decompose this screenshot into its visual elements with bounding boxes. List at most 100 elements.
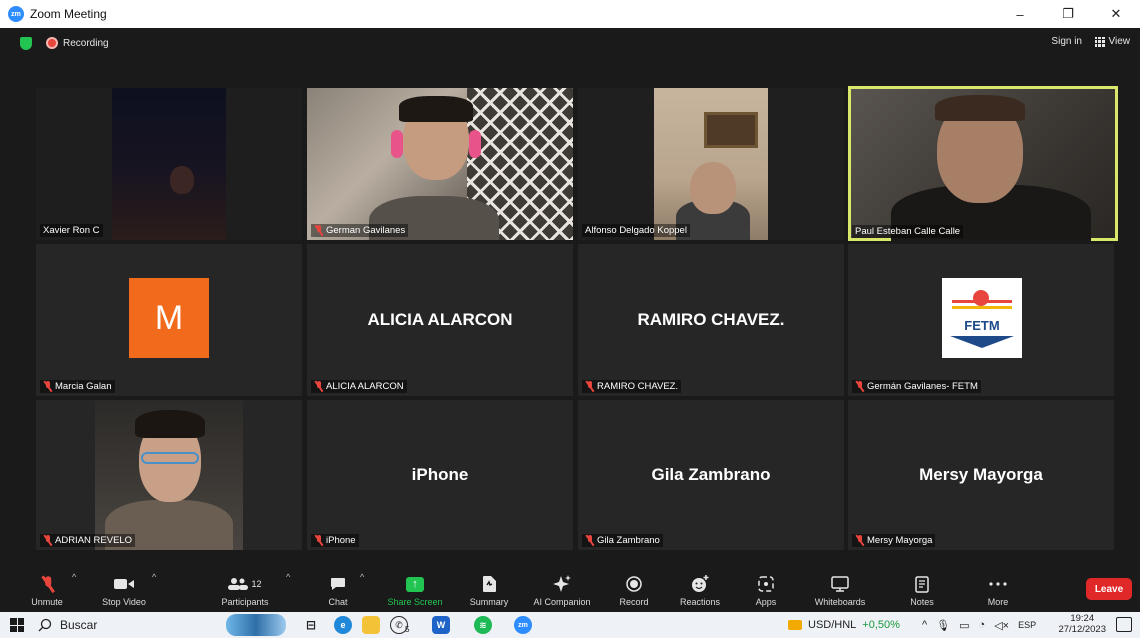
apps-icon [758,573,774,595]
audio-options-caret-icon[interactable]: ^ [72,572,76,582]
notes-icon [915,573,929,595]
reactions-button[interactable]: Reactions [674,566,726,612]
language-indicator[interactable]: ESP [1018,620,1036,630]
view-button[interactable]: View [1094,36,1131,47]
currency-pair: USD/HNL [808,619,857,631]
currency-widget[interactable]: USD/HNL +0,50% [788,612,900,638]
participant-tile[interactable]: Mersy Mayorga Mersy Mayorga [848,400,1114,550]
participant-tile[interactable]: Alfonso Delgado Koppel [578,88,844,240]
taskbar-search[interactable]: Buscar [38,618,97,632]
edge-browser-icon[interactable]: e [334,616,352,634]
chat-options-caret-icon[interactable]: ^ [360,572,364,582]
participant-tile[interactable]: ADRIAN REVELO [36,400,302,550]
participant-name-tag: Germán Gavilanes- FETM [852,380,981,393]
mic-muted-icon [43,573,52,595]
participant-tile[interactable]: ALICIA ALARCON ALICIA ALARCON [307,244,573,396]
word-icon[interactable]: W [432,616,450,634]
muted-mic-icon [314,381,323,392]
sign-in-link[interactable]: Sign in [1051,36,1082,47]
market-icon [788,620,802,630]
whatsapp-badge: 5 [405,625,410,634]
muted-mic-icon [314,225,323,236]
zoom-app-icon: zm [8,6,24,22]
unmute-button[interactable]: Unmute [22,566,72,612]
ai-sparkle-icon [553,573,571,595]
participant-video [851,89,1115,241]
participant-name-tag: German Gavilanes [311,224,409,237]
participant-name-tag: RAMIRO CHAVEZ. [582,380,682,393]
show-hidden-icons-chevron-icon[interactable]: ^ [922,619,927,631]
participant-name-tag: Alfonso Delgado Koppel [582,224,690,237]
participant-name-tag: Xavier Ron C [40,224,103,237]
participant-tile[interactable]: German Gavilanes [307,88,573,240]
participant-display-name: Gila Zambrano [651,465,771,484]
file-explorer-icon[interactable] [362,616,380,634]
apps-button[interactable]: Apps [748,566,784,612]
record-button[interactable]: Record [612,566,656,612]
view-label: View [1108,36,1131,47]
muted-mic-icon [585,381,594,392]
clock-date: 27/12/2023 [1058,624,1106,635]
video-camera-icon [114,573,134,595]
chat-button[interactable]: Chat [318,566,358,612]
participant-tile[interactable]: RAMIRO CHAVEZ. RAMIRO CHAVEZ. [578,244,844,396]
battery-icon[interactable]: ▭ [959,619,969,632]
participant-display-name: Mersy Mayorga [919,465,1043,484]
search-placeholder: Buscar [60,618,98,632]
security-shield-icon[interactable] [20,36,32,50]
restore-button[interactable]: ❐ [1048,0,1088,28]
recording-label[interactable]: Recording [63,38,109,49]
emoji-reaction-icon [691,573,709,595]
participants-options-caret-icon[interactable]: ^ [286,572,290,582]
participant-video [307,88,573,240]
stop-video-button[interactable]: Stop Video [92,566,156,612]
meeting-toolbar: Unmute ^ Stop Video ^ 12 Participants ^ … [0,566,1140,612]
participant-tile[interactable]: Xavier Ron C [36,88,302,240]
summary-button[interactable]: Summary [464,566,514,612]
ai-companion-button[interactable]: AI Companion [526,566,598,612]
video-options-caret-icon[interactable]: ^ [152,572,156,582]
leave-button[interactable]: Leave [1086,578,1132,600]
title-bar: zm Zoom Meeting – ❐ ✕ [0,0,1140,28]
share-screen-button[interactable]: ↑ Share Screen [384,566,446,612]
microphone-icon[interactable]: 🎙 [936,619,950,632]
taskbar-clock[interactable]: 19:24 27/12/2023 [1058,613,1106,635]
spotify-icon[interactable]: ≋ [474,616,492,634]
participant-name-tag: ALICIA ALARCON [311,380,407,393]
participant-tile[interactable]: iPhone iPhone [307,400,573,550]
avatar: M [129,278,209,358]
participants-button[interactable]: 12 Participants [214,566,276,612]
close-button[interactable]: ✕ [1096,0,1136,28]
participant-tile-active-speaker[interactable]: Paul Esteban Calle Calle [848,86,1118,241]
fetm-logo: FETM [942,278,1022,358]
participant-name-tag: Gila Zambrano [582,534,663,547]
minimize-button[interactable]: – [1000,0,1040,28]
meeting-top-bar: Recording Sign in View [0,28,1140,58]
speaker-muted-icon[interactable]: ◁× [994,619,1009,632]
currency-change: +0,50% [862,619,900,631]
whiteboards-button[interactable]: Whiteboards [806,566,874,612]
participant-video [112,88,226,240]
participant-name-tag: Paul Esteban Calle Calle [852,225,964,238]
notes-button[interactable]: Notes [900,566,944,612]
more-dots-icon [989,573,1007,595]
participant-tile[interactable]: M Marcia Galan [36,244,302,396]
clock-time: 19:24 [1070,613,1095,624]
participant-display-name: RAMIRO CHAVEZ. [637,310,785,329]
more-button[interactable]: More [976,566,1020,612]
notifications-icon[interactable] [1116,617,1132,632]
zoom-taskbar-icon[interactable]: zm [514,616,532,634]
windows-start-icon[interactable] [10,618,24,632]
task-view-icon[interactable]: ⊟ [302,616,320,634]
share-screen-icon: ↑ [406,576,424,592]
zoom-window: zm Zoom Meeting – ❐ ✕ Recording Sign in … [0,0,1140,638]
muted-mic-icon [43,535,52,546]
grid-icon [1094,36,1105,47]
wifi-icon[interactable]: ◔ [979,619,986,631]
participant-tile[interactable]: FETM Germán Gavilanes- FETM [848,244,1114,396]
muted-mic-icon [314,535,323,546]
participant-name-tag: iPhone [311,534,359,547]
participant-tile[interactable]: Gila Zambrano Gila Zambrano [578,400,844,550]
participant-display-name: ALICIA ALARCON [367,310,513,329]
participant-name-tag: Marcia Galan [40,380,115,393]
